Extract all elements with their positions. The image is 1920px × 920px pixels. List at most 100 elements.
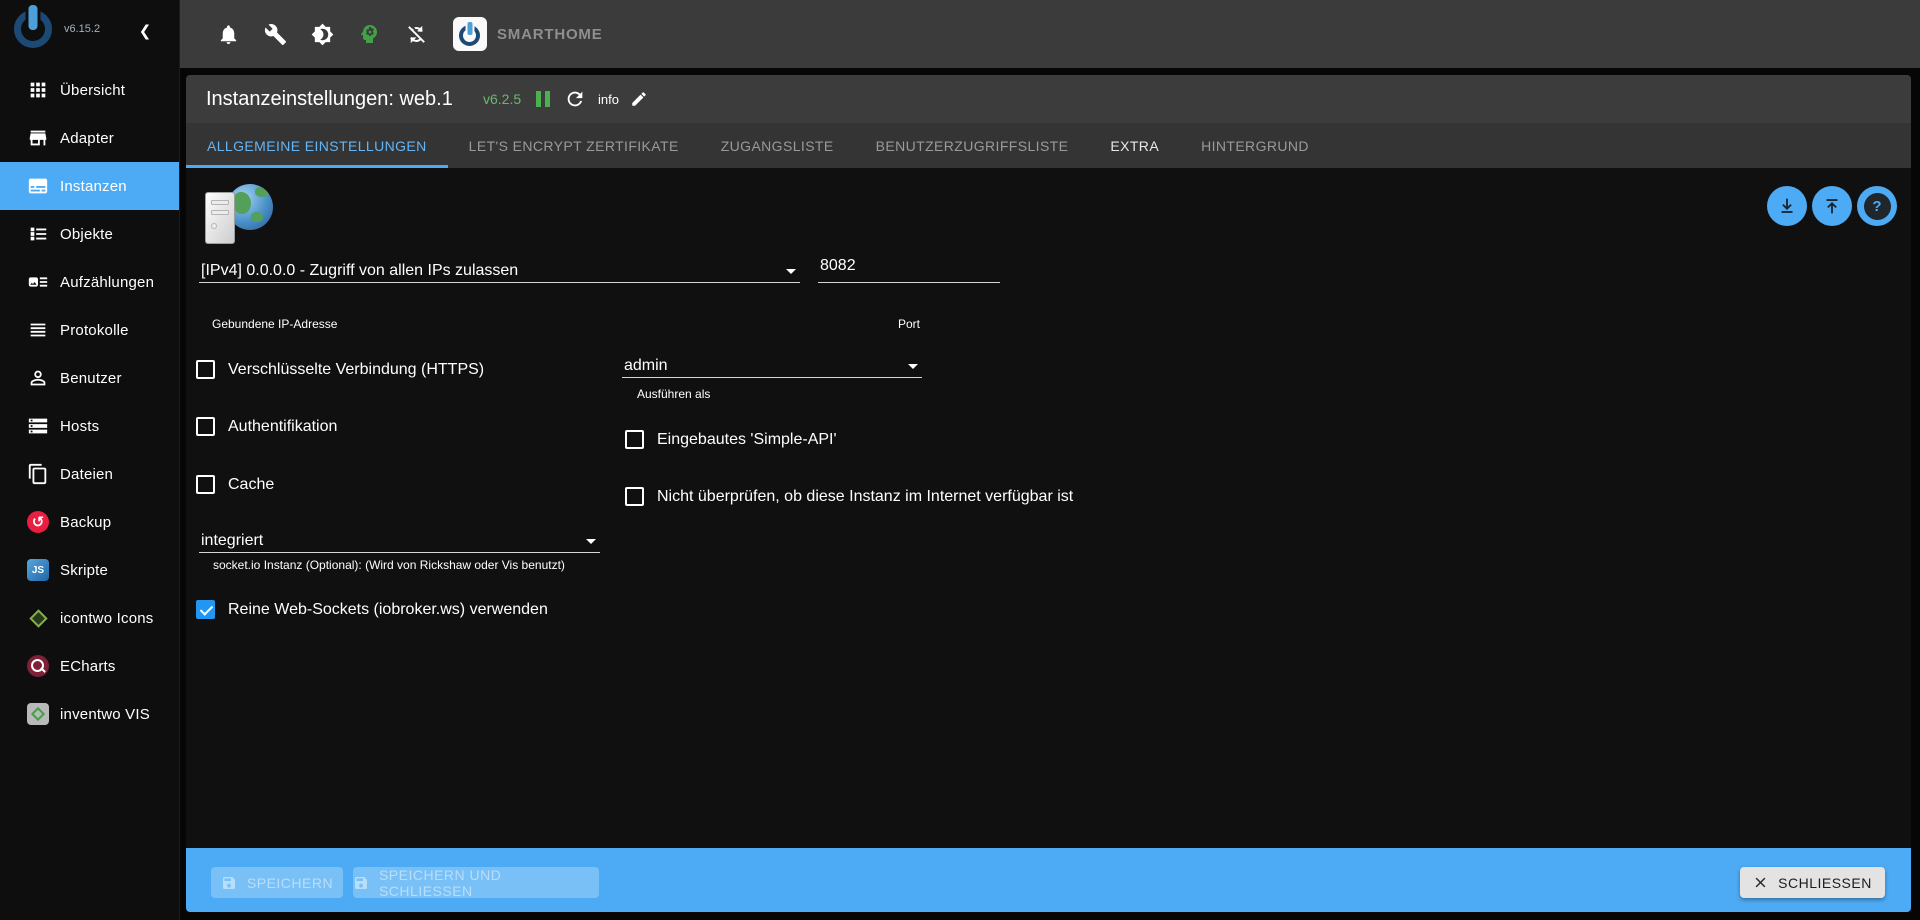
- bind-ip-label: Gebundene IP-Adresse: [212, 317, 800, 331]
- refresh-button[interactable]: [564, 75, 586, 123]
- list-icon: [26, 222, 50, 246]
- sidebar-item-icontwo-icons[interactable]: icontwo Icons: [0, 594, 179, 642]
- upload-config-button[interactable]: [1812, 186, 1852, 226]
- download-config-button[interactable]: [1767, 186, 1807, 226]
- websockets-checkbox: [196, 600, 215, 619]
- edit-button[interactable]: [630, 75, 648, 123]
- pencil-icon: [630, 90, 648, 108]
- sidebar-logo-row: v6.15.2 ❮: [0, 0, 179, 68]
- bind-ip-field: [IPv4] 0.0.0.0 - Zugriff von allen IPs z…: [199, 250, 800, 331]
- sidebar-item-benutzer[interactable]: Benutzer: [0, 354, 179, 402]
- sidebar-item-label: inventwo VIS: [60, 706, 150, 723]
- run-as-field: admin Ausführen als: [622, 354, 922, 401]
- refresh-icon: [564, 88, 586, 110]
- no-internet-check-checkbox: [625, 487, 644, 506]
- chevron-down-icon: [786, 269, 796, 274]
- sidebar-item-label: Dateien: [60, 466, 113, 483]
- echarts-icon: [26, 654, 50, 678]
- backup-restore-icon: ↺: [26, 510, 50, 534]
- tab-extra[interactable]: EXTRA: [1089, 123, 1180, 168]
- sidebar-item-backup[interactable]: ↺ Backup: [0, 498, 179, 546]
- bell-icon: [217, 23, 240, 46]
- notifications-button[interactable]: [216, 22, 240, 46]
- https-checkbox-row[interactable]: Verschlüsselte Verbindung (HTTPS): [196, 360, 484, 379]
- socketio-field: integriert socket.io Instanz (Optional):…: [199, 520, 600, 572]
- auth-checkbox-label: Authentifikation: [228, 418, 337, 436]
- tab-zugangsliste[interactable]: ZUGANGSLISTE: [700, 123, 855, 168]
- auth-checkbox-row[interactable]: Authentifikation: [196, 417, 337, 436]
- help-button[interactable]: ?: [1857, 186, 1897, 226]
- logs-lines-icon: [26, 318, 50, 342]
- sidebar-item-instanzen[interactable]: Instanzen: [0, 162, 179, 210]
- sidebar-item-label: Skripte: [60, 562, 108, 579]
- app-logo-icon: [453, 17, 487, 51]
- save-and-close-button-label: SPEICHERN UND SCHLIESSEN: [379, 867, 599, 899]
- close-button[interactable]: SCHLIESSEN: [1740, 867, 1885, 898]
- close-icon: [1753, 875, 1768, 890]
- sidebar-item-echarts[interactable]: ECharts: [0, 642, 179, 690]
- sidebar-collapse-button[interactable]: ❮: [132, 18, 158, 44]
- apps-grid-icon: [26, 78, 50, 102]
- storage-icon: [26, 414, 50, 438]
- web-adapter-icon: [205, 184, 275, 246]
- sidebar-item-hosts[interactable]: Hosts: [0, 402, 179, 450]
- instance-settings-dialog: Instanzeinstellungen: web.1 v6.2.5 info …: [186, 75, 1911, 912]
- websockets-checkbox-row[interactable]: Reine Web-Sockets (iobroker.ws) verwende…: [196, 600, 548, 619]
- run-as-label: Ausführen als: [637, 387, 922, 401]
- maintenance-button[interactable]: [263, 22, 287, 46]
- iobroker-logo-icon: [14, 10, 52, 48]
- sidebar-item-adapter[interactable]: Adapter: [0, 114, 179, 162]
- cache-checkbox-row[interactable]: Cache: [196, 475, 274, 494]
- settings-form: ? [IPv4] 0.0.0.0 - Zugriff von allen IPs…: [186, 168, 1911, 848]
- floppy-save-icon: [353, 875, 369, 891]
- socketio-value: integriert: [201, 530, 263, 552]
- info-button[interactable]: info: [598, 75, 619, 123]
- save-and-close-button[interactable]: SPEICHERN UND SCHLIESSEN: [353, 867, 599, 898]
- port-field: Port: [818, 250, 1000, 331]
- icontwo-diamond-icon: [26, 606, 50, 630]
- sidebar-item-label: Instanzen: [60, 178, 127, 195]
- sidebar-item-uebersicht[interactable]: Übersicht: [0, 66, 179, 114]
- admin-version: v6.15.2: [64, 23, 100, 35]
- https-checkbox-label: Verschlüsselte Verbindung (HTTPS): [228, 361, 484, 379]
- topbar: SMARTHOME: [180, 0, 1920, 68]
- port-label: Port: [818, 317, 1000, 331]
- cache-checkbox: [196, 475, 215, 494]
- save-button[interactable]: SPEICHERN: [211, 867, 343, 898]
- sidebar-item-aufzaehlungen[interactable]: Aufzählungen: [0, 258, 179, 306]
- tab-hintergrund[interactable]: HINTERGRUND: [1180, 123, 1330, 168]
- simple-api-checkbox-row[interactable]: Eingebautes 'Simple-API': [625, 430, 837, 449]
- tab-benutzerzugriffsliste[interactable]: BENUTZERZUGRIFFSLISTE: [855, 123, 1090, 168]
- sidebar-item-label: Benutzer: [60, 370, 122, 387]
- sidebar-item-inventwo-vis[interactable]: inventwo VIS: [0, 690, 179, 738]
- person-icon: [26, 366, 50, 390]
- expert-mode-button[interactable]: [357, 22, 381, 46]
- download-icon: [1776, 195, 1798, 217]
- bind-ip-select[interactable]: [IPv4] 0.0.0.0 - Zugriff von allen IPs z…: [199, 250, 800, 283]
- socketio-label: socket.io Instanz (Optional): (Wird von …: [213, 558, 600, 572]
- https-checkbox: [196, 360, 215, 379]
- instances-card-icon: [26, 174, 50, 198]
- sidebar-item-dateien[interactable]: Dateien: [0, 450, 179, 498]
- sidebar-item-objekte[interactable]: Objekte: [0, 210, 179, 258]
- no-internet-check-checkbox-row[interactable]: Nicht überprüfen, ob diese Instanz im In…: [625, 487, 1073, 506]
- sync-disabled-icon: [405, 23, 428, 46]
- pause-instance-button[interactable]: [536, 75, 554, 123]
- sidebar-item-label: icontwo Icons: [60, 610, 153, 627]
- adapter-version: v6.2.5: [483, 75, 521, 123]
- sidebar-item-label: Aufzählungen: [60, 274, 154, 291]
- sidebar-item-label: Hosts: [60, 418, 99, 435]
- tabbar: ALLGEMEINE EINSTELLUNGEN LET'S ENCRYPT Z…: [186, 123, 1911, 168]
- inventwo-icon: [26, 702, 50, 726]
- socketio-select[interactable]: integriert: [199, 520, 600, 553]
- theme-toggle-button[interactable]: [310, 22, 334, 46]
- sidebar-item-skripte[interactable]: JS Skripte: [0, 546, 179, 594]
- sync-disabled-button[interactable]: [404, 22, 428, 46]
- port-input[interactable]: [818, 250, 1000, 283]
- sidebar-item-protokolle[interactable]: Protokolle: [0, 306, 179, 354]
- tab-allgemeine-einstellungen[interactable]: ALLGEMEINE EINSTELLUNGEN: [186, 123, 448, 168]
- run-as-select[interactable]: admin: [622, 354, 922, 378]
- page-title: Instanzeinstellungen: web.1: [206, 75, 453, 123]
- websockets-checkbox-label: Reine Web-Sockets (iobroker.ws) verwende…: [228, 601, 548, 619]
- tab-lets-encrypt-zertifikate[interactable]: LET'S ENCRYPT ZERTIFIKATE: [448, 123, 700, 168]
